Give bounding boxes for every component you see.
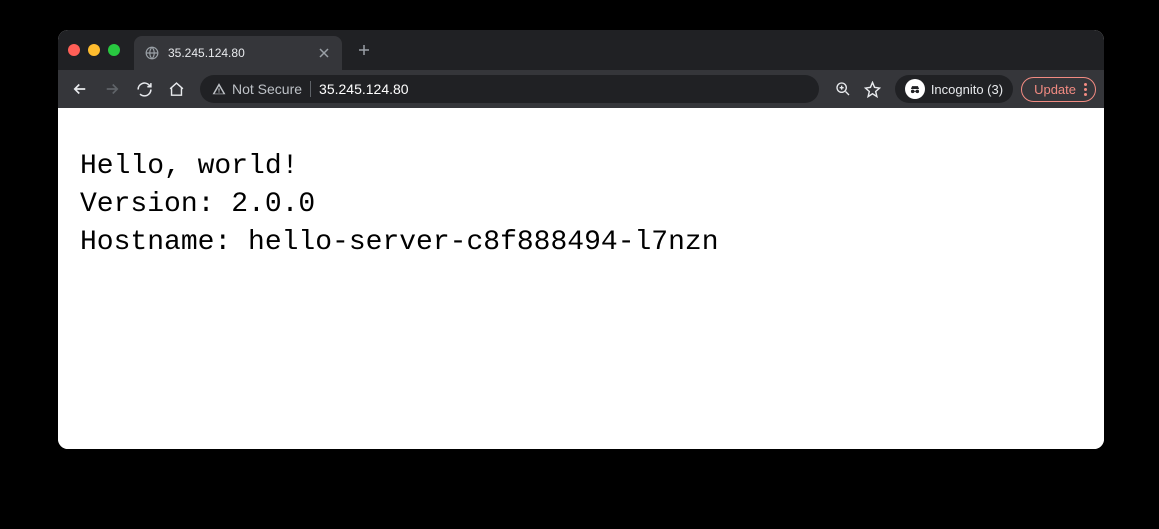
address-divider (310, 81, 311, 97)
security-indicator[interactable]: Not Secure (212, 81, 302, 97)
back-button[interactable] (66, 75, 94, 103)
globe-icon (144, 45, 160, 61)
forward-button[interactable] (98, 75, 126, 103)
incognito-icon (905, 79, 925, 99)
window-close-button[interactable] (68, 44, 80, 56)
zoom-icon[interactable] (829, 75, 857, 103)
menu-icon (1084, 83, 1087, 96)
toolbar-right: Incognito (3) Update (829, 75, 1096, 103)
address-bar[interactable]: Not Secure 35.245.124.80 (200, 75, 819, 103)
response-body: Hello, world! Version: 2.0.0 Hostname: h… (80, 148, 1082, 261)
line-3: Hostname: hello-server-c8f888494-l7nzn (80, 227, 719, 258)
not-secure-label: Not Secure (232, 81, 302, 97)
url-text: 35.245.124.80 (319, 81, 409, 97)
tab-bar: 35.245.124.80 (58, 30, 1104, 70)
page-content: Hello, world! Version: 2.0.0 Hostname: h… (58, 108, 1104, 449)
window-minimize-button[interactable] (88, 44, 100, 56)
line-2: Version: 2.0.0 (80, 189, 315, 220)
window-maximize-button[interactable] (108, 44, 120, 56)
update-button[interactable]: Update (1021, 77, 1096, 102)
new-tab-button[interactable] (350, 36, 378, 64)
line-1: Hello, world! (80, 151, 298, 182)
browser-tab[interactable]: 35.245.124.80 (134, 36, 342, 70)
warning-icon (212, 82, 226, 96)
close-tab-button[interactable] (316, 45, 332, 61)
reload-button[interactable] (130, 75, 158, 103)
update-label: Update (1034, 82, 1076, 97)
incognito-indicator[interactable]: Incognito (3) (895, 75, 1013, 103)
traffic-lights (68, 44, 120, 56)
toolbar: Not Secure 35.245.124.80 (58, 70, 1104, 108)
bookmark-button[interactable] (859, 75, 887, 103)
browser-window: 35.245.124.80 (58, 30, 1104, 449)
tab-title: 35.245.124.80 (168, 46, 308, 60)
home-button[interactable] (162, 75, 190, 103)
incognito-label: Incognito (3) (931, 82, 1003, 97)
